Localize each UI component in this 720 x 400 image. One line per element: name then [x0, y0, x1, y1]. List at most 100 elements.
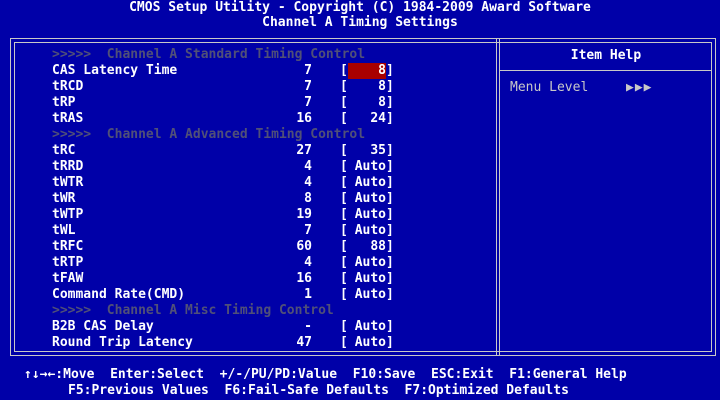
bracket-left: [	[340, 335, 348, 350]
section-header: >>>>> Channel A Misc Timing Control	[0, 303, 496, 319]
setting-value[interactable]: 88	[348, 239, 386, 255]
setting-label: tRFC	[52, 239, 84, 254]
setting-value[interactable]: Auto	[348, 287, 386, 303]
setting-current-value: 4	[304, 159, 312, 174]
bracket-right: ]	[386, 175, 394, 190]
setting-label: tRC	[52, 143, 76, 158]
setting-row[interactable]: tRC 27 [35]	[0, 143, 496, 159]
setting-current-value: 7	[304, 95, 312, 110]
bracket-right: ]	[386, 239, 394, 254]
setting-current-value: 27	[296, 143, 312, 158]
setting-value[interactable]: Auto	[348, 159, 386, 175]
bracket-left: [	[340, 287, 348, 302]
setting-row[interactable]: Command Rate(CMD) 1 [Auto]	[0, 287, 496, 303]
setting-current-value: 7	[304, 79, 312, 94]
setting-current-value: 8	[304, 191, 312, 206]
setting-value[interactable]: Auto	[348, 255, 386, 271]
setting-value[interactable]: Auto	[348, 175, 386, 191]
setting-current-value: 19	[296, 207, 312, 222]
setting-value[interactable]: Auto	[348, 319, 386, 335]
bracket-right: ]	[386, 287, 394, 302]
setting-row[interactable]: tWTP 19 [Auto]	[0, 207, 496, 223]
bracket-left: [	[340, 159, 348, 174]
setting-value[interactable]: 24	[348, 111, 386, 127]
bracket-right: ]	[386, 63, 394, 78]
setting-value[interactable]: 8	[348, 95, 386, 111]
setting-label: tRCD	[52, 79, 84, 94]
bracket-left: [	[340, 239, 348, 254]
setting-row[interactable]: Round Trip Latency 47 [Auto]	[0, 335, 496, 351]
setting-label: tWTR	[52, 175, 84, 190]
setting-row[interactable]: tFAW 16 [Auto]	[0, 271, 496, 287]
setting-row[interactable]: CAS Latency Time 7 [8]	[0, 63, 496, 79]
setting-current-value: 7	[304, 63, 312, 78]
setting-row[interactable]: tRCD 7 [8]	[0, 79, 496, 95]
setting-label: CAS Latency Time	[52, 63, 178, 78]
bracket-right: ]	[386, 207, 394, 222]
setting-label: tFAW	[52, 271, 84, 286]
setting-value[interactable]: 8	[348, 63, 386, 79]
setting-row[interactable]: tWR 8 [Auto]	[0, 191, 496, 207]
bracket-right: ]	[386, 223, 394, 238]
setting-current-value: 60	[296, 239, 312, 254]
bracket-right: ]	[386, 111, 394, 126]
page-title: Channel A Timing Settings	[262, 15, 458, 30]
bracket-left: [	[340, 207, 348, 222]
setting-label: Command Rate(CMD)	[52, 287, 186, 302]
setting-row[interactable]: tRP 7 [8]	[0, 95, 496, 111]
setting-row[interactable]: tRAS 16 [24]	[0, 111, 496, 127]
bracket-right: ]	[386, 255, 394, 270]
setting-label: tWL	[52, 223, 76, 238]
setting-row[interactable]: tWTR 4 [Auto]	[0, 175, 496, 191]
bracket-right: ]	[386, 319, 394, 334]
setting-label: tWTP	[52, 207, 84, 222]
setting-row[interactable]: tRFC 60 [88]	[0, 239, 496, 255]
bracket-right: ]	[386, 191, 394, 206]
bracket-left: [	[340, 271, 348, 286]
setting-label: tRTP	[52, 255, 84, 270]
bracket-left: [	[340, 191, 348, 206]
bracket-left: [	[340, 95, 348, 110]
setting-label: Round Trip Latency	[52, 335, 193, 350]
bracket-left: [	[340, 175, 348, 190]
setting-current-value: 16	[296, 271, 312, 286]
item-help-title: Item Help	[570, 48, 642, 63]
setting-value[interactable]: Auto	[348, 207, 386, 223]
window-title: CMOS Setup Utility - Copyright (C) 1984-…	[129, 0, 591, 15]
bracket-right: ]	[386, 335, 394, 350]
setting-current-value: 1	[304, 287, 312, 302]
setting-row[interactable]: tRRD 4 [Auto]	[0, 159, 496, 175]
setting-value[interactable]: Auto	[348, 335, 386, 351]
setting-value[interactable]: 8	[348, 79, 386, 95]
setting-current-value: -	[304, 319, 312, 334]
setting-label: tRP	[52, 95, 76, 110]
footer-keys-line1: ↑↓→←:Move Enter:Select +/-/PU/PD:Value F…	[24, 367, 627, 382]
section-header-text: >>>>> Channel A Standard Timing Control	[52, 47, 366, 62]
footer-keys-line2: F5:Previous Values F6:Fail-Safe Defaults…	[68, 383, 569, 398]
bracket-left: [	[340, 111, 348, 126]
bracket-right: ]	[386, 95, 394, 110]
setting-label: tRAS	[52, 111, 84, 126]
setting-value[interactable]: Auto	[348, 271, 386, 287]
setting-current-value: 4	[304, 255, 312, 270]
setting-label: tRRD	[52, 159, 84, 174]
setting-row[interactable]: tRTP 4 [Auto]	[0, 255, 496, 271]
section-header: >>>>> Channel A Advanced Timing Control	[0, 127, 496, 143]
menu-level-arrows-icon: ▶▶▶	[626, 80, 653, 95]
menu-level-label: Menu Level	[510, 80, 589, 95]
bracket-right: ]	[386, 271, 394, 286]
setting-current-value: 7	[304, 223, 312, 238]
setting-current-value: 4	[304, 175, 312, 190]
setting-value[interactable]: Auto	[348, 191, 386, 207]
setting-current-value: 47	[296, 335, 312, 350]
setting-current-value: 16	[296, 111, 312, 126]
bracket-left: [	[340, 223, 348, 238]
setting-row[interactable]: tWL 7 [Auto]	[0, 223, 496, 239]
setting-value[interactable]: Auto	[348, 223, 386, 239]
help-separator	[500, 70, 712, 71]
setting-value[interactable]: 35	[348, 143, 386, 159]
bracket-left: [	[340, 143, 348, 158]
setting-row[interactable]: B2B CAS Delay - [Auto]	[0, 319, 496, 335]
bracket-right: ]	[386, 143, 394, 158]
setting-label: B2B CAS Delay	[52, 319, 154, 334]
